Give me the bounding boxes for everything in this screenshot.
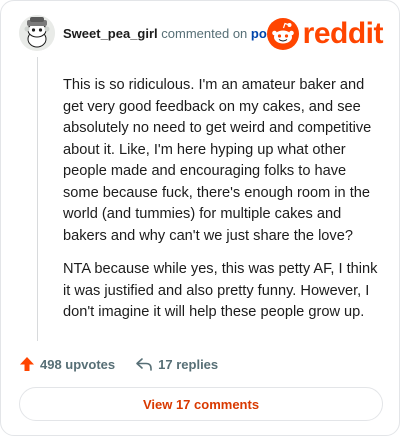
- reddit-wordmark: reddit: [302, 17, 384, 50]
- snoo-avatar-icon[interactable]: [19, 15, 55, 51]
- thread-line: [37, 57, 38, 341]
- comment-card: Sweet_pea_girl commented on post reddit …: [0, 0, 400, 436]
- reply-button[interactable]: 17 replies: [135, 356, 218, 372]
- username-link[interactable]: Sweet_pea_girl: [63, 26, 158, 41]
- comment-meta: Sweet_pea_girl commented on post: [63, 26, 278, 41]
- upvote-count: 498 upvotes: [40, 356, 116, 372]
- reply-count: 17 replies: [158, 356, 219, 372]
- reply-arrow-icon: [136, 358, 152, 371]
- upvote-arrow-icon: [20, 357, 34, 371]
- reddit-logo[interactable]: reddit: [266, 17, 384, 51]
- reddit-snoo-icon: [266, 18, 299, 50]
- commented-on-text: commented on: [161, 25, 248, 41]
- view-comments-button[interactable]: View 17 comments: [19, 387, 383, 421]
- comment-body: This is so ridiculous. I'm an amateur ba…: [63, 75, 381, 336]
- comment-header: Sweet_pea_girl commented on post reddit: [19, 15, 385, 51]
- comment-paragraph: NTA because while yes, this was petty AF…: [63, 261, 378, 320]
- upvote-button[interactable]: 498 upvotes: [19, 356, 115, 372]
- comment-paragraph: This is so ridiculous. I'm an amateur ba…: [63, 77, 372, 244]
- comment-actions: 498 upvotes 17 replies: [19, 354, 218, 374]
